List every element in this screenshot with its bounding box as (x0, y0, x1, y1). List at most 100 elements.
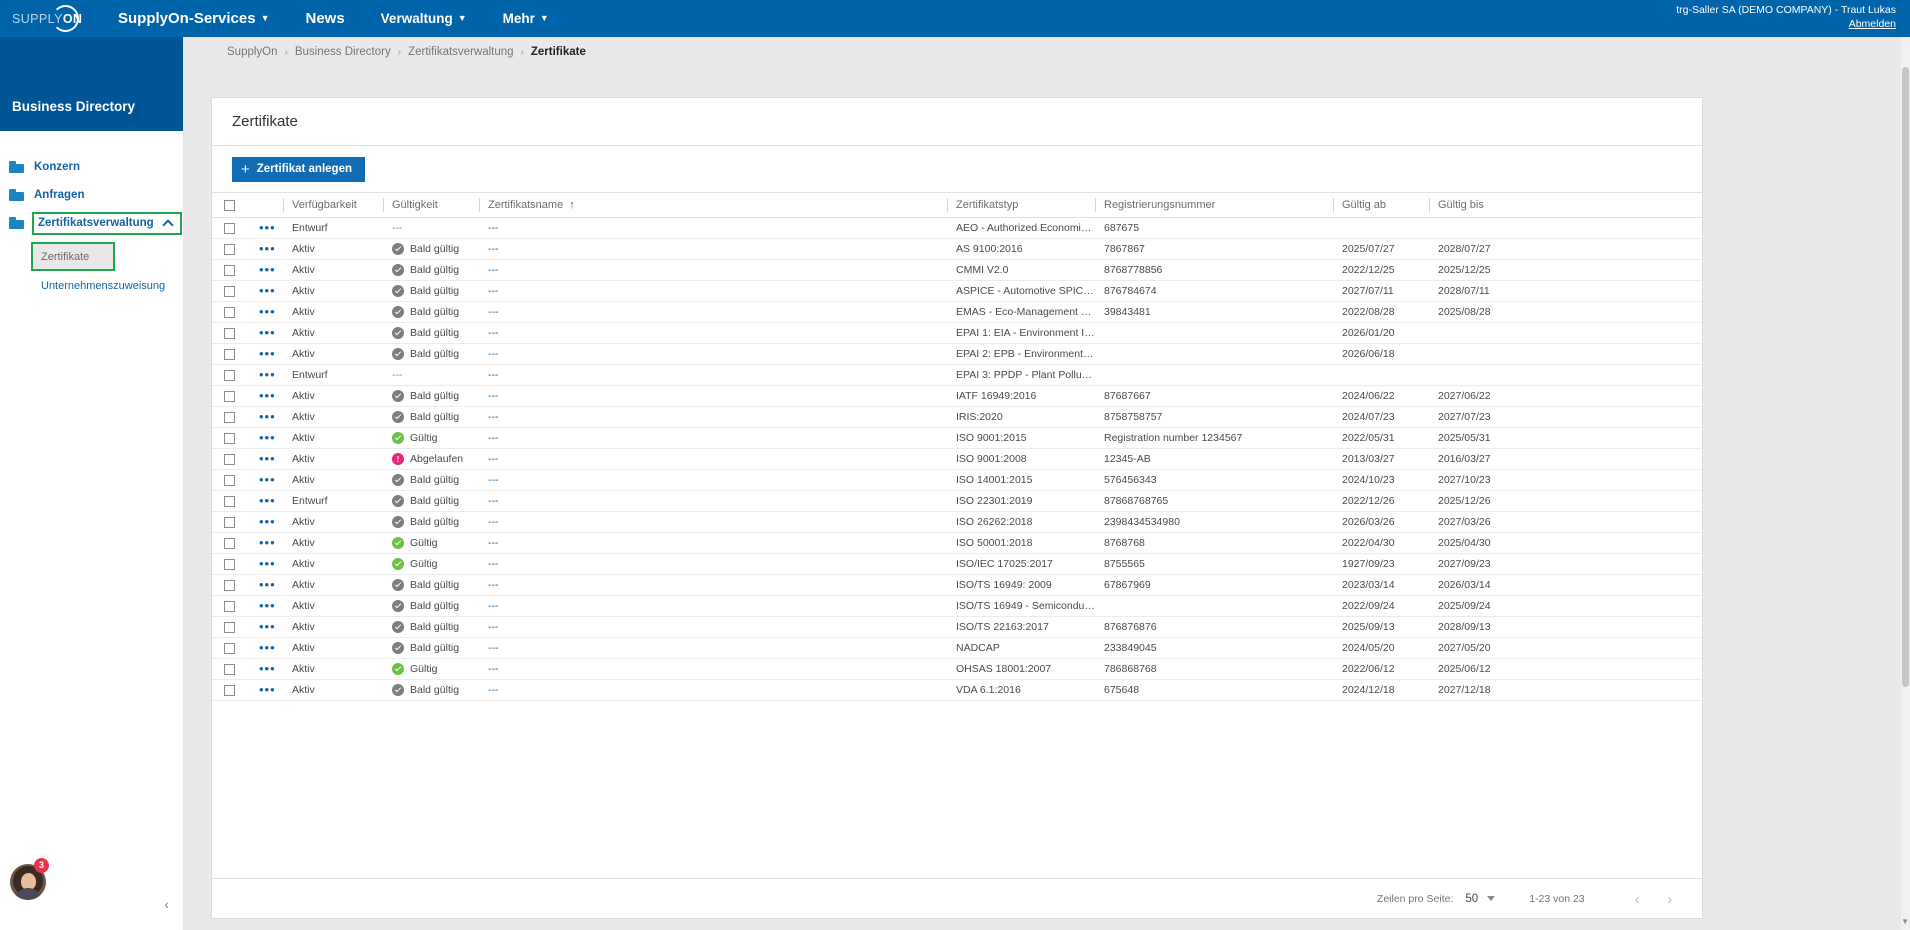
table-row[interactable]: ••• Entwurf Bald gültig --- ISO 22301:2019 87… (212, 490, 1702, 512)
table-row[interactable]: ••• Aktiv Bald gültig --- ISO 26262:2018 2398… (212, 511, 1702, 533)
certificate-name-link[interactable]: --- (488, 306, 499, 318)
sidebar-item-anfragen[interactable]: Anfragen (0, 181, 183, 209)
certificate-name-link[interactable]: --- (488, 369, 499, 381)
cell-zertifikatsname[interactable]: --- (479, 364, 947, 386)
certificate-name-link[interactable]: --- (488, 537, 499, 549)
table-row[interactable]: ••• Aktiv Gültig --- ISO 9001:2015 Registrati… (212, 427, 1702, 449)
nav-item-news[interactable]: News (287, 0, 362, 37)
row-checkbox[interactable] (224, 684, 235, 696)
chevron-up-icon[interactable] (162, 218, 174, 231)
scroll-down-icon[interactable]: ▼ (1901, 917, 1909, 926)
table-row[interactable]: ••• Aktiv Bald gültig --- ISO 14001:2015 5764… (212, 469, 1702, 491)
next-page-button[interactable]: › (1667, 891, 1672, 907)
cell-zertifikatsname[interactable]: --- (479, 280, 947, 302)
table-row[interactable]: ••• Aktiv Bald gültig --- ISO/TS 16949 - Sem… (212, 595, 1702, 617)
table-row[interactable]: ••• Aktiv Gültig --- ISO 50001:2018 8768768 20… (212, 532, 1702, 554)
more-options-icon[interactable]: ••• (259, 409, 276, 424)
sidebar-item-zertifikatsverwaltung-box[interactable]: Zertifikatsverwaltung (32, 211, 182, 235)
row-checkbox[interactable] (224, 348, 235, 360)
row-checkbox[interactable] (224, 453, 235, 465)
more-options-icon[interactable]: ••• (259, 451, 276, 466)
more-options-icon[interactable]: ••• (259, 535, 276, 550)
row-checkbox[interactable] (224, 327, 235, 339)
certificate-name-link[interactable]: --- (488, 285, 499, 297)
more-options-icon[interactable]: ••• (259, 619, 276, 634)
table-row[interactable]: ••• Aktiv Gültig --- ISO/IEC 17025:2017 87555… (212, 553, 1702, 575)
row-checkbox[interactable] (224, 306, 235, 318)
more-options-icon[interactable]: ••• (259, 682, 276, 697)
certificate-name-link[interactable]: --- (488, 516, 499, 528)
nav-item-mehr[interactable]: Mehr ▼ (485, 0, 567, 37)
certificate-name-link[interactable]: --- (488, 432, 499, 444)
certificate-name-link[interactable]: --- (488, 390, 499, 402)
table-row[interactable]: ••• Entwurf --- --- EPAI 3: PPDP - Plant Pol… (212, 364, 1702, 386)
row-checkbox[interactable] (224, 411, 235, 423)
table-row[interactable]: ••• Aktiv Bald gültig --- EMAS - Eco-Managem… (212, 301, 1702, 323)
column-header-gueltig-ab[interactable]: Gültig ab (1333, 192, 1429, 218)
row-checkbox[interactable] (224, 369, 235, 381)
table-row[interactable]: ••• Aktiv! Abgelaufen --- ISO 9001:2008 12345… (212, 448, 1702, 470)
row-checkbox[interactable] (224, 537, 235, 549)
more-options-icon[interactable]: ••• (259, 283, 276, 298)
sidebar-item-zertifikatsverwaltung[interactable]: Zertifikatsverwaltung (0, 209, 183, 237)
cell-zertifikatsname[interactable]: --- (479, 532, 947, 554)
certificate-name-link[interactable]: --- (488, 621, 499, 633)
sidebar-item-zertifikate[interactable]: Zertifikate (31, 242, 115, 271)
nav-item-supplyon-services[interactable]: SupplyOn-Services ▼ (100, 0, 287, 37)
cell-zertifikatsname[interactable]: --- (479, 553, 947, 575)
row-checkbox[interactable] (224, 579, 235, 591)
certificate-name-link[interactable]: --- (488, 495, 499, 507)
row-checkbox[interactable] (224, 642, 235, 654)
more-options-icon[interactable]: ••• (259, 598, 276, 613)
certificate-name-link[interactable]: --- (488, 264, 499, 276)
certificate-name-link[interactable]: --- (488, 600, 499, 612)
row-checkbox[interactable] (224, 495, 235, 507)
certificate-name-link[interactable]: --- (488, 579, 499, 591)
more-options-icon[interactable]: ••• (259, 262, 276, 277)
row-checkbox[interactable] (224, 474, 235, 486)
more-options-icon[interactable]: ••• (259, 367, 276, 382)
cell-zertifikatsname[interactable]: --- (479, 259, 947, 281)
row-checkbox[interactable] (224, 285, 235, 297)
more-options-icon[interactable]: ••• (259, 661, 276, 676)
supplyon-logo[interactable]: SUPPLYON (0, 0, 100, 37)
notification-badge[interactable]: 3 (34, 858, 49, 873)
create-certificate-button[interactable]: + Zertifikat anlegen (232, 156, 365, 182)
row-checkbox[interactable] (224, 621, 235, 633)
certificate-name-link[interactable]: --- (488, 243, 499, 255)
certificate-name-link[interactable]: --- (488, 453, 499, 465)
certificate-name-link[interactable]: --- (488, 327, 499, 339)
row-checkbox[interactable] (224, 243, 235, 255)
cell-zertifikatsname[interactable]: --- (479, 658, 947, 680)
row-checkbox[interactable] (224, 600, 235, 612)
row-checkbox[interactable] (224, 516, 235, 528)
table-row[interactable]: ••• Aktiv Bald gültig --- IATF 16949:2016 876… (212, 385, 1702, 407)
cell-zertifikatsname[interactable]: --- (479, 448, 947, 470)
more-options-icon[interactable]: ••• (259, 556, 276, 571)
table-row[interactable]: ••• Aktiv Bald gültig --- IRIS:2020 875875875… (212, 406, 1702, 428)
cell-zertifikatsname[interactable]: --- (479, 469, 947, 491)
certificate-name-link[interactable]: --- (488, 684, 499, 696)
table-row[interactable]: ••• Aktiv Bald gültig --- CMMI V2.0 876877885… (212, 259, 1702, 281)
more-options-icon[interactable]: ••• (259, 325, 276, 340)
cell-zertifikatsname[interactable]: --- (479, 616, 947, 638)
more-options-icon[interactable]: ••• (259, 640, 276, 655)
column-header-gueltigkeit[interactable]: Gültigkeit (383, 192, 479, 218)
cell-zertifikatsname[interactable]: --- (479, 301, 947, 323)
cell-zertifikatsname[interactable]: --- (479, 637, 947, 659)
more-options-icon[interactable]: ••• (259, 472, 276, 487)
cell-zertifikatsname[interactable]: --- (479, 238, 947, 260)
select-all-checkbox[interactable] (224, 199, 235, 211)
cell-zertifikatsname[interactable]: --- (479, 385, 947, 407)
table-row[interactable]: ••• Aktiv Bald gültig --- NADCAP 233849045 202… (212, 637, 1702, 659)
column-header-zertifikatsname[interactable]: Zertifikatsname ↑ (479, 192, 947, 218)
cell-zertifikatsname[interactable]: --- (479, 679, 947, 701)
more-options-icon[interactable]: ••• (259, 220, 276, 235)
cell-zertifikatsname[interactable]: --- (479, 490, 947, 512)
certificate-name-link[interactable]: --- (488, 348, 499, 360)
breadcrumb-item-business-directory[interactable]: Business Directory (295, 46, 391, 58)
previous-page-button[interactable]: ‹ (1635, 891, 1640, 907)
column-header-registrierungsnummer[interactable]: Registrierungsnummer (1095, 192, 1333, 218)
cell-zertifikatsname[interactable]: --- (479, 595, 947, 617)
more-options-icon[interactable]: ••• (259, 430, 276, 445)
